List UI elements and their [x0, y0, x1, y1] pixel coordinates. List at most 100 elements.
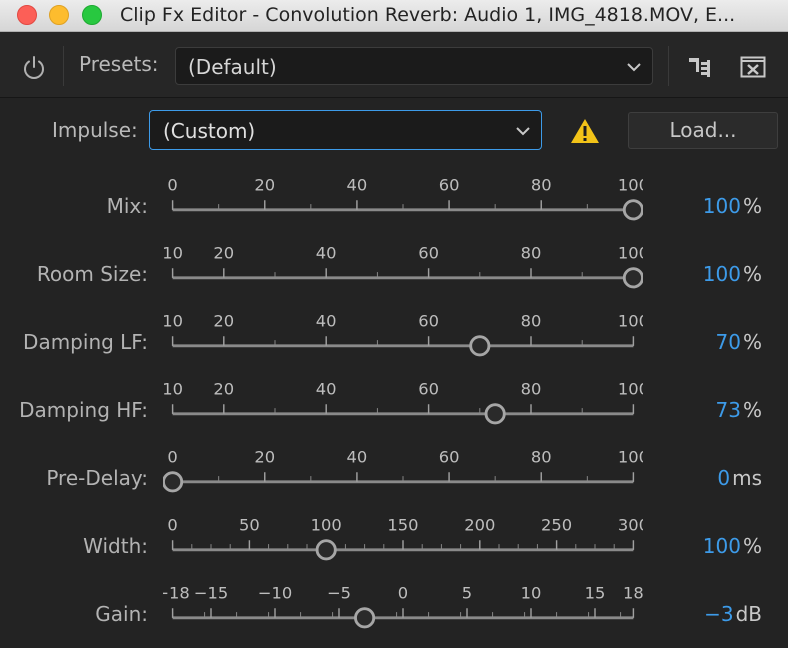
param-row-mix: Mix:020406080100100% [0, 172, 788, 240]
tick-label: 20 [213, 380, 234, 399]
room-size-slider[interactable]: 10 20 40 60 80 100 [163, 240, 643, 308]
close-window-button[interactable] [17, 5, 37, 25]
value-unit: % [742, 330, 762, 354]
tick-label: 100 [618, 312, 643, 331]
tick-label: 15 [585, 584, 606, 603]
width-value[interactable]: 100% [703, 534, 762, 558]
mix-value[interactable]: 100% [703, 194, 762, 218]
tick-label: 60 [418, 312, 439, 331]
width-slider[interactable]: 0 50 100 150 200 250 300 [163, 512, 643, 580]
tick-label: 80 [531, 448, 552, 467]
tick-label: 0 [398, 584, 408, 603]
tick-label: 10 [521, 584, 542, 603]
param-label: Width: [83, 534, 148, 558]
slider-thumb[interactable] [622, 199, 643, 221]
tick-label: 5 [462, 584, 472, 603]
tick-label: 60 [439, 176, 460, 195]
toolbar-divider [63, 46, 64, 86]
value-number[interactable]: 100 [703, 262, 741, 286]
presets-bar: Presets: (Default) [0, 32, 788, 98]
tick-label: 80 [531, 176, 552, 195]
tick-label: 40 [316, 312, 337, 331]
param-label: Pre-Delay: [46, 466, 148, 490]
tick-label: 80 [521, 312, 542, 331]
clear-effect-icon[interactable] [740, 56, 766, 78]
tick-label: −10 [258, 584, 292, 603]
room-size-value[interactable]: 100% [703, 262, 762, 286]
zoom-window-button[interactable] [82, 5, 102, 25]
damping-hf-slider[interactable]: 10 20 40 60 80 100 [163, 376, 643, 444]
value-number[interactable]: −3 [704, 602, 733, 626]
param-row-room-size: Room Size:1020406080100100% [0, 240, 788, 308]
tick-label: −15 [194, 584, 228, 603]
tick-label: 18 [623, 584, 643, 603]
pre-delay-slider[interactable]: 0 20 40 60 80 100 [163, 444, 643, 512]
power-icon[interactable] [20, 54, 48, 82]
gain-slider[interactable]: −18−15 −10 −5 0 5 10 15 18 [163, 580, 643, 648]
tick-label: 100 [618, 448, 643, 467]
tick-label: 20 [213, 244, 234, 263]
param-label: Gain: [95, 602, 148, 626]
tick-label: 0 [167, 516, 177, 535]
value-number[interactable]: 73 [716, 398, 741, 422]
param-row-damping-lf: Damping LF: 10 20 40 60 80 100 70% [0, 308, 788, 376]
minimize-window-button[interactable] [49, 5, 69, 25]
tick-label: 40 [347, 176, 368, 195]
tick-label: 100 [618, 176, 643, 195]
tick-label: −5 [327, 584, 351, 603]
tick-label: −18 [163, 584, 190, 603]
tick-label: 10 [163, 380, 183, 399]
value-unit: ms [732, 466, 762, 490]
value-unit: % [742, 262, 762, 286]
tick-label: 100 [618, 244, 643, 263]
param-row-pre-delay: Pre-Delay:0204060801000ms [0, 444, 788, 512]
tick-label: 80 [521, 244, 542, 263]
gain-value[interactable]: −3 dB [704, 602, 762, 626]
load-impulse-button[interactable]: Load... [628, 112, 778, 149]
param-label: Damping HF: [19, 398, 148, 422]
warning-icon [571, 119, 599, 143]
param-label: Room Size: [36, 262, 148, 286]
title-bar: Clip Fx Editor - Convolution Reverb: Aud… [0, 0, 788, 32]
tick-label: 40 [316, 244, 337, 263]
impulse-dropdown[interactable]: (Custom) [149, 110, 542, 150]
presets-value: (Default) [188, 55, 277, 79]
tick-label: 100 [311, 516, 342, 535]
tick-label: 100 [618, 380, 643, 399]
presets-dropdown[interactable]: (Default) [175, 47, 653, 85]
tick-label: 250 [541, 516, 572, 535]
mix-slider[interactable]: 0 20 40 60 80 100 [163, 172, 643, 240]
value-number[interactable]: 70 [716, 330, 741, 354]
toolbar-divider [668, 46, 669, 86]
tick-label: 150 [387, 516, 418, 535]
slider-thumb[interactable] [354, 607, 376, 629]
slider-thumb[interactable] [315, 539, 337, 561]
tick-label: 60 [418, 380, 439, 399]
damping-hf-value[interactable]: 73% [716, 398, 762, 422]
tick-label: 40 [347, 448, 368, 467]
tick-label: 60 [439, 448, 460, 467]
tick-label: 10 [163, 312, 183, 331]
tick-label: 200 [464, 516, 495, 535]
value-unit: % [742, 398, 762, 422]
value-unit: % [742, 534, 762, 558]
value-unit: dB [735, 602, 762, 626]
impulse-label: Impulse: [52, 118, 138, 142]
param-label: Damping LF: [23, 330, 148, 354]
value-number[interactable]: 100 [703, 534, 741, 558]
slider-thumb[interactable] [484, 403, 506, 425]
param-label: Mix: [106, 194, 148, 218]
param-row-gain: Gain: −18−15 −10 −5 0 5 10 15 18 −3dB [0, 580, 788, 648]
slider-thumb[interactable] [469, 335, 491, 357]
damping-lf-value[interactable]: 70% [716, 330, 762, 354]
tick-label: 300 [618, 516, 643, 535]
value-number[interactable]: 100 [703, 194, 741, 218]
value-number[interactable]: 0 [717, 466, 730, 490]
slider-thumb[interactable] [163, 471, 184, 493]
tick-label: 60 [418, 244, 439, 263]
pre-delay-value[interactable]: 0 ms [717, 466, 762, 490]
damping-lf-slider[interactable]: 10 20 40 60 80 100 [163, 308, 643, 376]
signal-routing-icon[interactable] [688, 54, 714, 80]
slider-thumb[interactable] [622, 267, 643, 289]
param-row-width: Width: 0 50 100 150 200 250 300 100% [0, 512, 788, 580]
